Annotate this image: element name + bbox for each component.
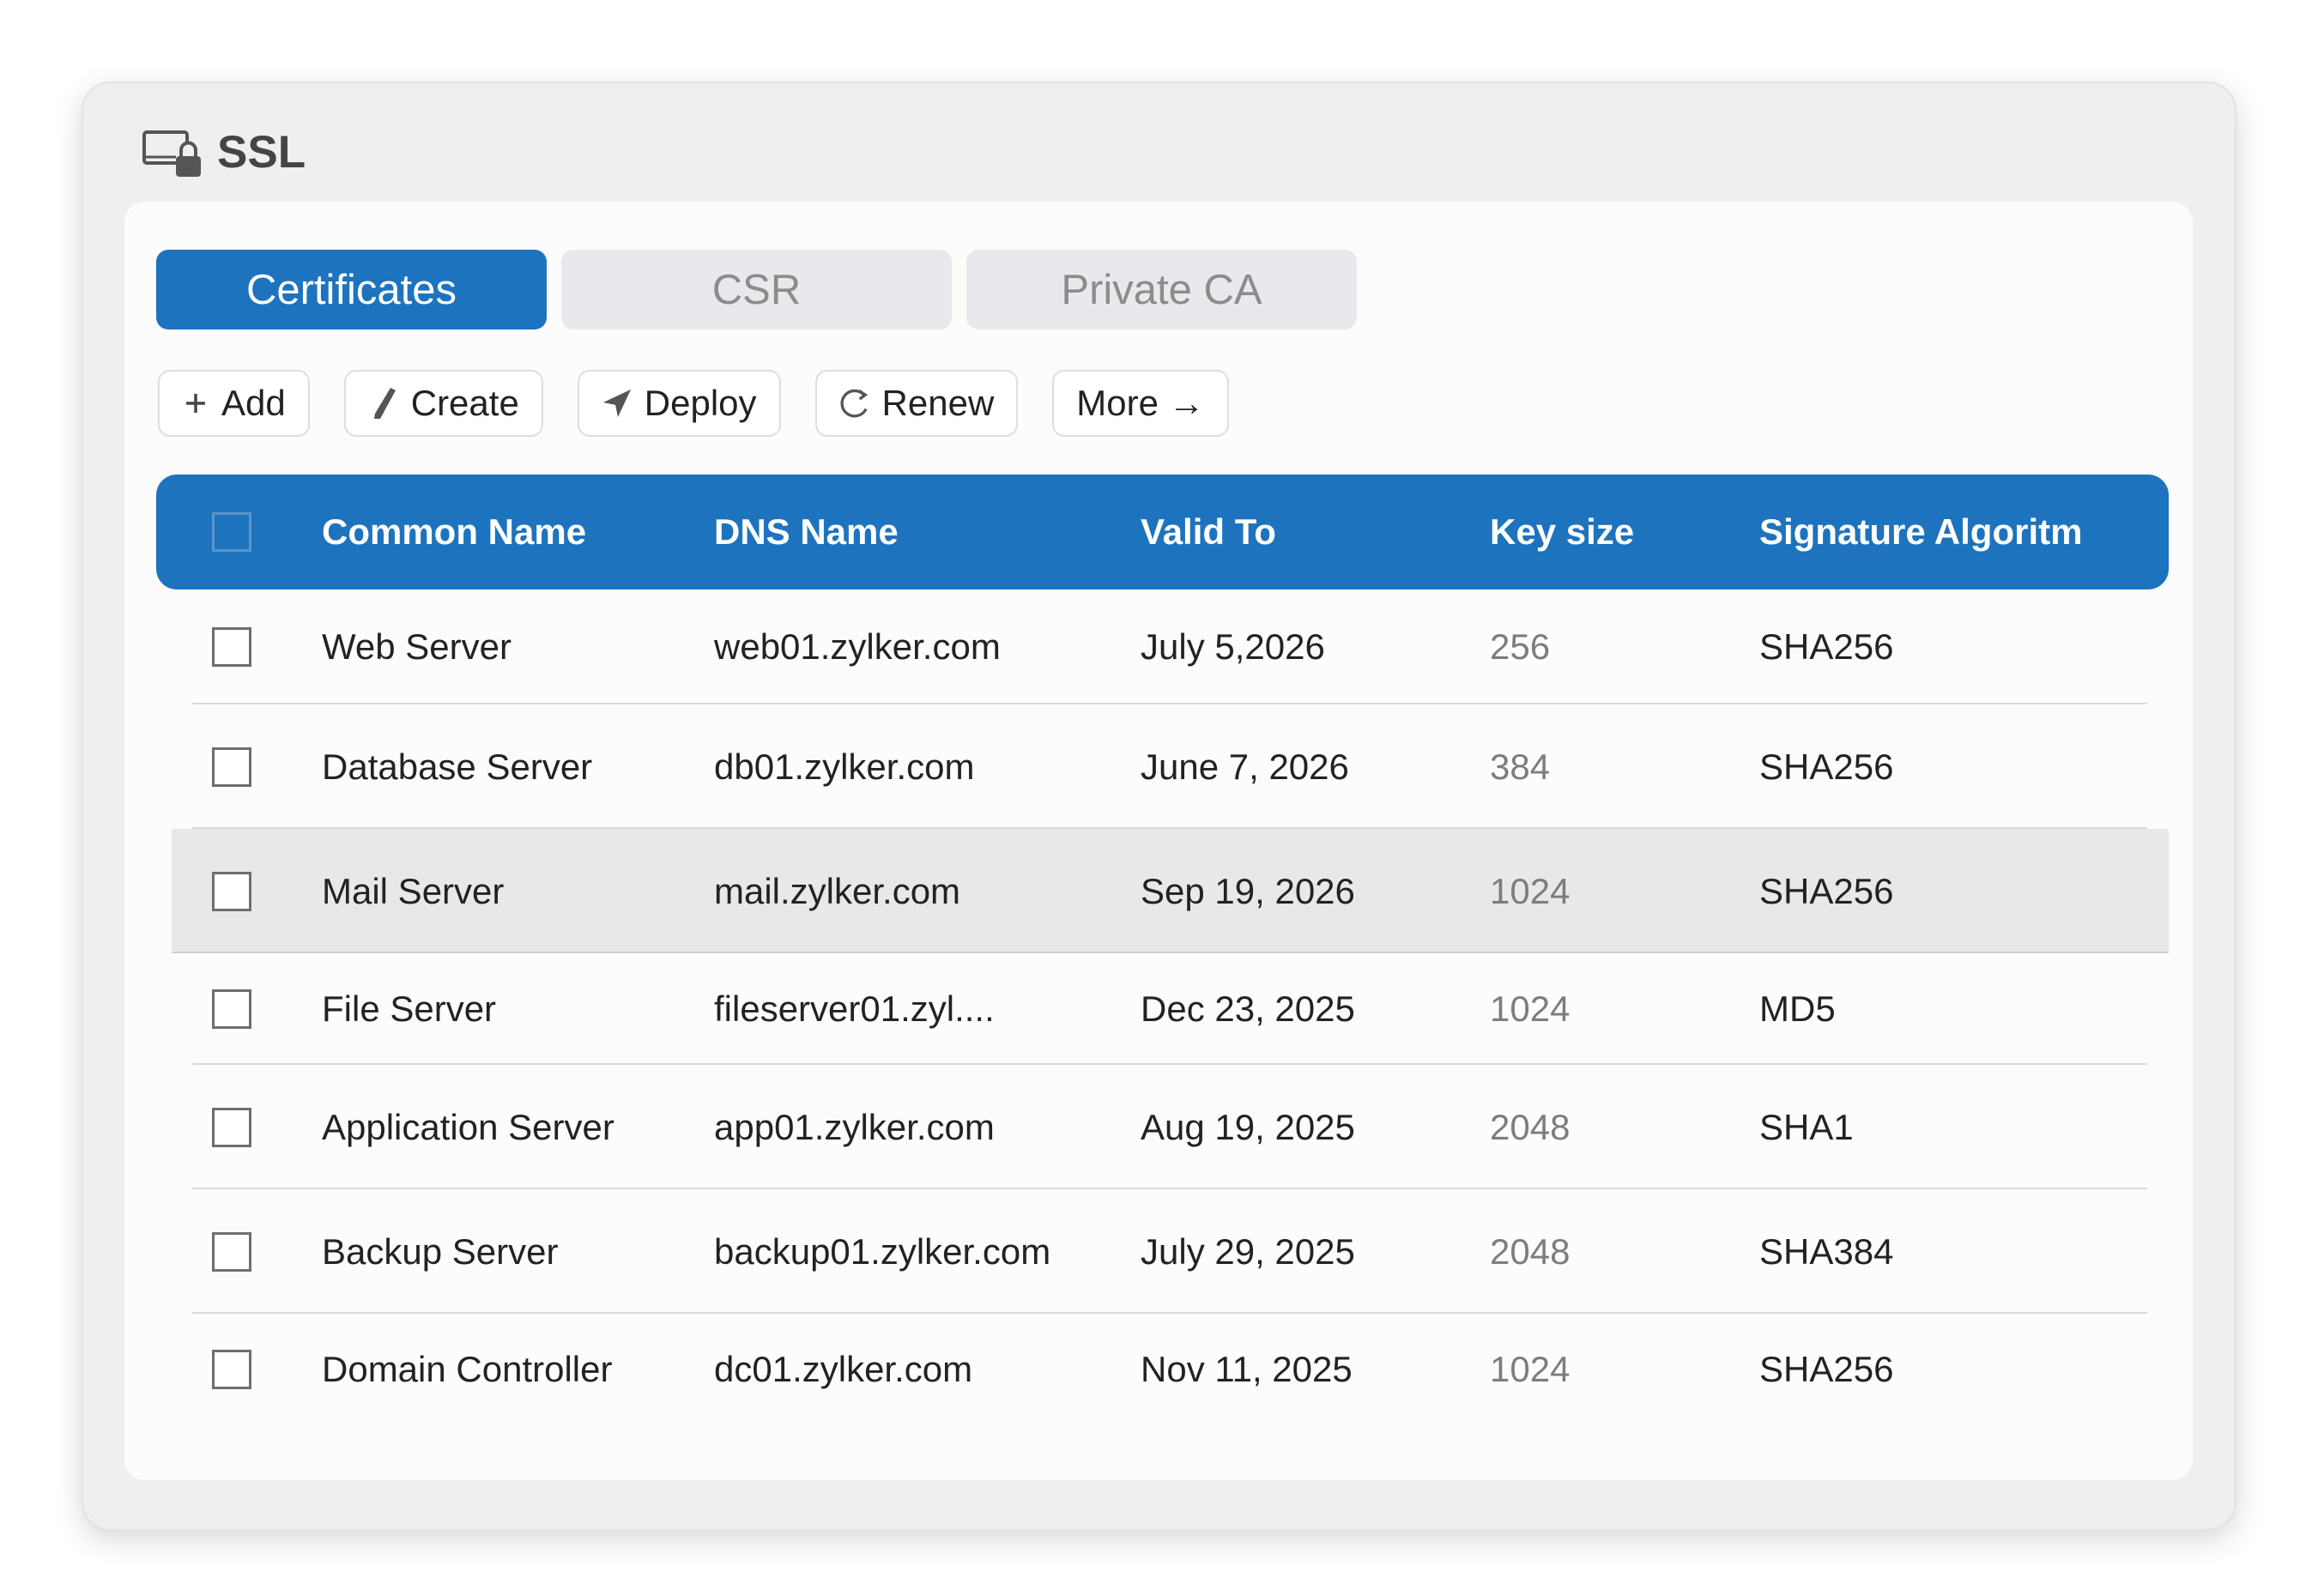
deploy-button[interactable]: Deploy — [577, 370, 781, 437]
row-checkbox-cell — [212, 953, 251, 1065]
row-checkbox[interactable] — [212, 627, 251, 667]
signature-cell: SHA384 — [1759, 1230, 1894, 1272]
select-all-checkbox[interactable] — [212, 512, 251, 552]
table-row[interactable]: File Server fileserver01.zyl.... Dec 23,… — [156, 953, 2169, 1065]
key-size-cell: 2048 — [1490, 1230, 1571, 1272]
title-bar: SSL — [142, 126, 306, 178]
dns-name-cell: mail.zylker.com — [714, 870, 961, 911]
select-all-cell — [212, 475, 251, 589]
toolbar: Add Create Deploy Renew More → — [158, 370, 1263, 437]
monitor-lock-icon — [142, 127, 203, 178]
table-row[interactable]: Application Server app01.zylker.com Aug … — [156, 1065, 2169, 1189]
valid-to-cell: Sep 19, 2026 — [1141, 870, 1355, 911]
renew-button-label: Renew — [881, 383, 995, 423]
deploy-button-label: Deploy — [644, 383, 757, 423]
signature-cell: SHA256 — [1759, 1349, 1894, 1389]
row-checkbox[interactable] — [212, 1231, 251, 1272]
renew-button[interactable]: Renew — [814, 370, 1019, 437]
row-checkbox-cell — [212, 1189, 251, 1314]
table-header: Common Name DNS Name Valid To Key size S… — [156, 475, 2169, 589]
tab-bar: Certificates CSR Private CA — [156, 250, 1371, 329]
header-key-size[interactable]: Key size — [1490, 475, 1634, 589]
more-button-label: More → — [1076, 383, 1205, 423]
key-size-cell: 256 — [1490, 626, 1551, 667]
row-checkbox-cell — [212, 704, 251, 829]
row-checkbox-cell — [212, 1065, 251, 1189]
common-name-cell: Application Server — [322, 1106, 614, 1147]
header-valid-to[interactable]: Valid To — [1141, 475, 1276, 589]
valid-to-cell: June 7, 2026 — [1141, 746, 1349, 787]
common-name-cell: Web Server — [322, 626, 511, 667]
table-row[interactable]: Web Server web01.zylker.com July 5,2026 … — [156, 589, 2169, 704]
pencil-icon — [368, 388, 399, 419]
add-button-label: Add — [221, 383, 286, 423]
tab-certificates[interactable]: Certificates — [156, 250, 547, 329]
content-panel: Certificates CSR Private CA Add Create D… — [124, 202, 2193, 1480]
tab-csr[interactable]: CSR — [561, 250, 952, 329]
valid-to-cell: July 5,2026 — [1141, 626, 1325, 667]
certificates-table: Common Name DNS Name Valid To Key size S… — [156, 475, 2169, 1425]
more-button[interactable]: More → — [1052, 370, 1229, 437]
refresh-icon — [839, 388, 870, 419]
dns-name-cell: db01.zylker.com — [714, 746, 975, 787]
row-checkbox[interactable] — [212, 989, 251, 1029]
common-name-cell: Backup Server — [322, 1230, 559, 1272]
create-button-label: Create — [410, 383, 519, 423]
key-size-cell: 1024 — [1490, 870, 1571, 911]
header-common-name[interactable]: Common Name — [322, 475, 586, 589]
dns-name-cell: dc01.zylker.com — [714, 1349, 973, 1389]
row-checkbox[interactable] — [212, 871, 251, 911]
ssl-window: SSL Certificates CSR Private CA Add Crea… — [82, 82, 2236, 1531]
add-button[interactable]: Add — [158, 370, 310, 437]
row-checkbox-cell — [212, 1314, 251, 1425]
signature-cell: SHA256 — [1759, 626, 1894, 667]
key-size-cell: 384 — [1490, 746, 1551, 787]
valid-to-cell: Dec 23, 2025 — [1141, 988, 1355, 1029]
table-row-highlighted[interactable]: Mail Server mail.zylker.com Sep 19, 2026… — [172, 829, 2169, 953]
valid-to-cell: Aug 19, 2025 — [1141, 1106, 1355, 1147]
key-size-cell: 2048 — [1490, 1106, 1571, 1147]
signature-cell: SHA1 — [1759, 1106, 1854, 1147]
dns-name-cell: fileserver01.zyl.... — [714, 988, 995, 1029]
send-icon — [602, 388, 632, 419]
row-checkbox-cell — [212, 829, 251, 953]
tab-private-ca[interactable]: Private CA — [966, 250, 1357, 329]
common-name-cell: Database Server — [322, 746, 593, 787]
signature-cell: SHA256 — [1759, 870, 1894, 911]
common-name-cell: File Server — [322, 988, 497, 1029]
key-size-cell: 1024 — [1490, 988, 1571, 1029]
key-size-cell: 1024 — [1490, 1349, 1571, 1389]
create-button[interactable]: Create — [343, 370, 543, 437]
signature-cell: SHA256 — [1759, 746, 1894, 787]
valid-to-cell: July 29, 2025 — [1141, 1230, 1355, 1272]
dns-name-cell: app01.zylker.com — [714, 1106, 995, 1147]
table-row[interactable]: Database Server db01.zylker.com June 7, … — [156, 704, 2169, 829]
row-checkbox[interactable] — [212, 747, 251, 787]
page-title: SSL — [217, 127, 306, 178]
common-name-cell: Domain Controller — [322, 1349, 613, 1389]
plus-icon — [182, 390, 209, 417]
valid-to-cell: Nov 11, 2025 — [1141, 1349, 1353, 1389]
header-signature-algorithm[interactable]: Signature Algoritm — [1759, 475, 2082, 589]
table-row[interactable]: Backup Server backup01.zylker.com July 2… — [156, 1189, 2169, 1314]
dns-name-cell: web01.zylker.com — [714, 626, 1001, 667]
signature-cell: MD5 — [1759, 988, 1836, 1029]
row-checkbox[interactable] — [212, 1107, 251, 1147]
row-checkbox-cell — [212, 589, 251, 704]
common-name-cell: Mail Server — [322, 870, 505, 911]
table-row[interactable]: Domain Controller dc01.zylker.com Nov 11… — [156, 1314, 2169, 1425]
dns-name-cell: backup01.zylker.com — [714, 1230, 1051, 1272]
row-checkbox[interactable] — [212, 1350, 251, 1389]
header-dns-name[interactable]: DNS Name — [714, 475, 899, 589]
